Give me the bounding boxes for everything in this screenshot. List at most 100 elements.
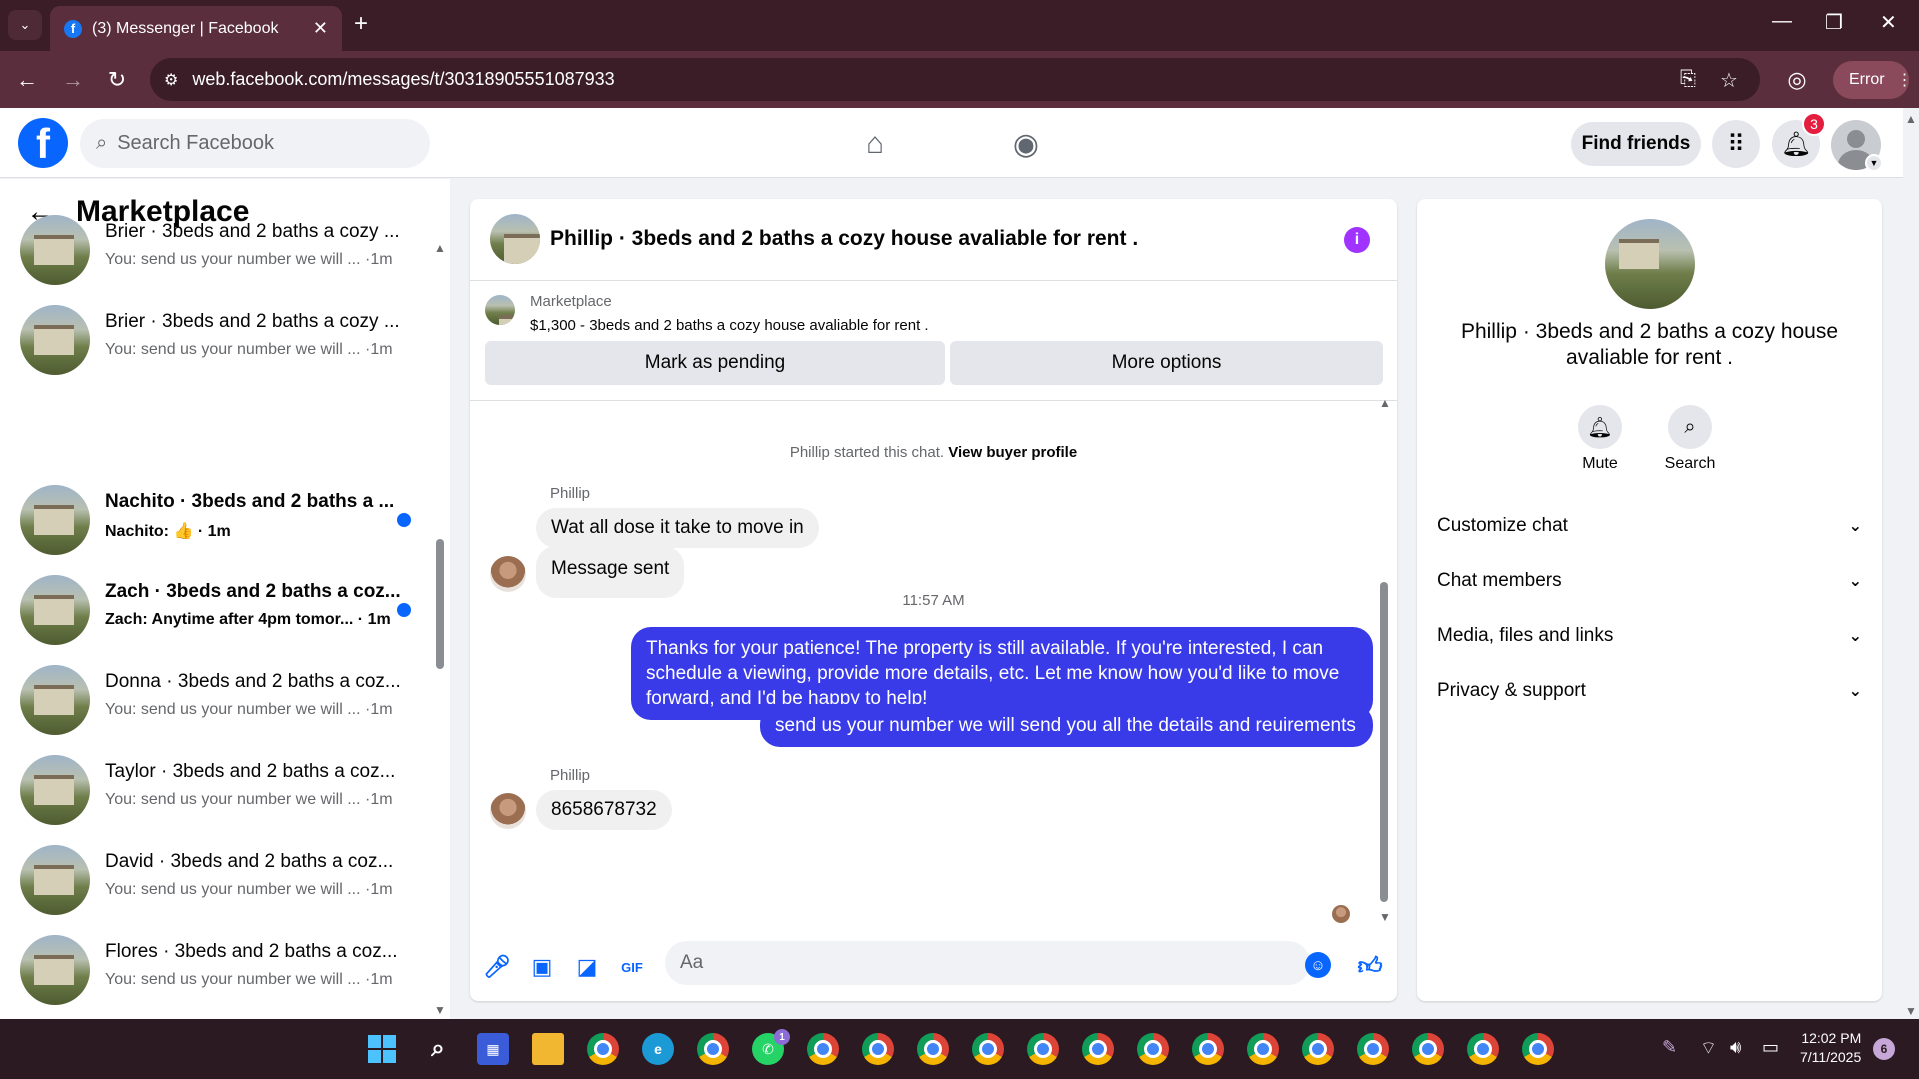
notification-center-badge[interactable]: 6 xyxy=(1873,1038,1895,1060)
chevron-down-icon: ⌄ xyxy=(1848,628,1862,645)
conversation-name: Brier · 3beds and 2 baths a cozy ... xyxy=(105,311,400,332)
pen-menu-icon[interactable]: ✎ xyxy=(1662,1037,1677,1058)
minimize-window-icon[interactable]: — xyxy=(1772,10,1792,33)
media-files-links-section[interactable]: Media, files and links ⌄ xyxy=(1437,616,1862,656)
file-explorer-icon[interactable] xyxy=(532,1033,564,1065)
chat-members-section[interactable]: Chat members ⌄ xyxy=(1437,561,1862,601)
forward-arrow-icon[interactable]: → xyxy=(56,63,90,97)
facebook-logo-icon[interactable]: f xyxy=(18,118,68,168)
conversation-item[interactable]: Taylor · 3beds and 2 baths a coz... You: … xyxy=(20,755,420,827)
chrome-profile-icon[interactable] xyxy=(1027,1033,1059,1065)
account-chevron-down-icon[interactable]: ▼ xyxy=(1865,154,1883,172)
chat-info-avatar[interactable] xyxy=(1605,219,1695,309)
close-tab-icon[interactable]: ✕ xyxy=(313,18,328,39)
more-options-button[interactable]: More options xyxy=(950,341,1383,385)
chrome-profile-icon[interactable] xyxy=(1137,1033,1169,1065)
incoming-message-bubble[interactable]: 8658678732 xyxy=(536,790,672,830)
customize-chat-section[interactable]: Customize chat ⌄ xyxy=(1437,506,1862,546)
sender-name: Phillip xyxy=(550,485,591,502)
tab-search-chevron-icon[interactable]: ⌄ xyxy=(8,10,42,40)
privacy-support-section[interactable]: Privacy & support ⌄ xyxy=(1437,671,1862,711)
groups-icon[interactable]: ◉ xyxy=(1008,126,1044,162)
section-label: Chat members xyxy=(1437,570,1562,591)
outgoing-message-bubble[interactable]: send us your number we will send you all… xyxy=(760,704,1373,747)
conversation-item[interactable]: Zach · 3beds and 2 baths a coz... Zach: A… xyxy=(20,575,420,647)
time-separator: 11:57 AM xyxy=(902,592,965,609)
find-friends-button[interactable]: Find friends xyxy=(1571,122,1701,166)
photo-attach-icon[interactable]: ▣ xyxy=(527,952,557,982)
sidebar-scrollbar[interactable] xyxy=(436,239,444,999)
sender-avatar[interactable] xyxy=(490,793,526,829)
conversation-item[interactable]: Brier · 3beds and 2 baths a cozy ... You:… xyxy=(20,215,420,287)
search-in-chat-button[interactable]: ⌕ Search xyxy=(1650,405,1730,473)
microphone-icon[interactable]: 🎤︎ xyxy=(482,952,512,982)
profile-error-button[interactable]: Error ⋮ xyxy=(1833,61,1913,99)
bookmark-star-icon[interactable]: ☆ xyxy=(1720,68,1738,93)
chrome-profile-icon[interactable] xyxy=(1302,1033,1334,1065)
gif-icon[interactable]: GIF xyxy=(617,952,647,982)
kebab-menu-icon[interactable]: ⋮ xyxy=(1897,70,1913,90)
address-bar[interactable]: ⚙ web.facebook.com/messages/t/3031890555… xyxy=(150,58,1760,101)
chat-avatar[interactable] xyxy=(490,214,540,264)
restore-window-icon[interactable]: ❐ xyxy=(1825,10,1843,35)
message-input[interactable]: Aa xyxy=(665,941,1310,985)
chrome-profile-icon[interactable] xyxy=(862,1033,894,1065)
incoming-message-bubble[interactable]: Wat all dose it take to move in xyxy=(536,508,819,548)
conversation-item[interactable]: David · 3beds and 2 baths a coz... You: s… xyxy=(20,845,420,917)
sticker-icon[interactable]: ◪ xyxy=(572,952,602,982)
scroll-up-arrow-icon[interactable]: ▲ xyxy=(1379,396,1391,410)
facebook-search-input[interactable]: ⌕ Search Facebook xyxy=(80,119,430,168)
sender-avatar[interactable] xyxy=(490,556,526,592)
page-scroll-down-arrow-icon[interactable]: ▼ xyxy=(1905,1004,1917,1018)
home-icon[interactable]: ⌂ xyxy=(857,126,893,162)
close-window-icon[interactable]: ✕ xyxy=(1880,10,1897,35)
mute-button[interactable]: 🔔︎ Mute xyxy=(1560,405,1640,473)
conversation-item[interactable]: Donna · 3beds and 2 baths a coz... You: s… xyxy=(20,665,420,737)
battery-icon[interactable]: ▭ xyxy=(1762,1037,1779,1058)
volume-icon[interactable]: 🔊︎ xyxy=(1730,1037,1741,1058)
wifi-icon[interactable]: ⌔ xyxy=(1700,1037,1717,1060)
chrome-profile-icon[interactable] xyxy=(697,1033,729,1065)
windows-start-icon[interactable] xyxy=(368,1035,396,1063)
conversation-item[interactable]: Nachito · 3beds and 2 baths a ... Nachito… xyxy=(20,485,420,557)
chrome-profile-icon[interactable] xyxy=(1192,1033,1224,1065)
chrome-profile-icon[interactable] xyxy=(917,1033,949,1065)
search-icon[interactable]: ⌕ xyxy=(422,1033,454,1065)
store-icon[interactable]: ▦ xyxy=(477,1033,509,1065)
chrome-icon[interactable] xyxy=(587,1033,619,1065)
browser-tab-messenger[interactable]: f (3) Messenger | Facebook ✕ xyxy=(50,6,342,51)
view-buyer-profile-link[interactable]: View buyer profile xyxy=(948,444,1077,461)
chrome-profile-icon[interactable] xyxy=(1082,1033,1114,1065)
info-icon[interactable]: i xyxy=(1344,227,1370,253)
whatsapp-icon[interactable]: ✆ 1 xyxy=(752,1029,790,1065)
scroll-down-arrow-icon[interactable]: ▼ xyxy=(434,1003,446,1017)
chrome-profile-icon[interactable] xyxy=(1247,1033,1279,1065)
chrome-profile-icon[interactable] xyxy=(972,1033,1004,1065)
install-app-icon[interactable]: ⎘ xyxy=(1680,68,1696,91)
chrome-profile-icon[interactable] xyxy=(1467,1033,1499,1065)
listing-price-title[interactable]: $1,300 - 3beds and 2 baths a cozy house … xyxy=(530,317,929,334)
site-settings-icon[interactable]: ⚙ xyxy=(164,70,178,90)
chrome-profile-icon[interactable] xyxy=(1522,1033,1554,1065)
back-arrow-icon[interactable]: ← xyxy=(10,63,44,97)
reload-icon[interactable]: ↻ xyxy=(100,63,134,97)
chrome-profile-icon[interactable] xyxy=(1357,1033,1389,1065)
edge-icon[interactable]: e xyxy=(642,1033,674,1065)
profile-icon[interactable]: ◎ xyxy=(1780,63,1814,97)
thumbs-up-icon[interactable]: 👍︎ xyxy=(1355,952,1385,982)
conversation-item[interactable]: Flores · 3beds and 2 baths a coz... You: … xyxy=(20,935,420,1007)
chrome-profile-icon[interactable] xyxy=(1412,1033,1444,1065)
chrome-profile-icon[interactable] xyxy=(807,1033,839,1065)
menu-grid-icon[interactable]: ⠿ xyxy=(1712,120,1760,168)
chat-title[interactable]: Phillip · 3beds and 2 baths a cozy house… xyxy=(550,227,1138,251)
mark-as-pending-button[interactable]: Mark as pending xyxy=(485,341,945,385)
new-tab-icon[interactable]: + xyxy=(354,10,368,38)
page-scroll-up-arrow-icon[interactable]: ▲ xyxy=(1905,112,1917,126)
chat-scrollbar[interactable]: ▲ ▼ xyxy=(1379,396,1391,924)
listing-thumbnail[interactable] xyxy=(485,295,515,325)
scroll-down-arrow-icon[interactable]: ▼ xyxy=(1379,910,1391,924)
incoming-message-bubble[interactable]: Message sent xyxy=(536,546,685,598)
conversation-item[interactable]: Brier · 3beds and 2 baths a cozy ... You:… xyxy=(20,305,420,377)
system-clock[interactable]: 12:02 PM 7/11/2025 xyxy=(1800,1029,1861,1067)
emoji-icon[interactable]: ☺ xyxy=(1305,952,1331,978)
